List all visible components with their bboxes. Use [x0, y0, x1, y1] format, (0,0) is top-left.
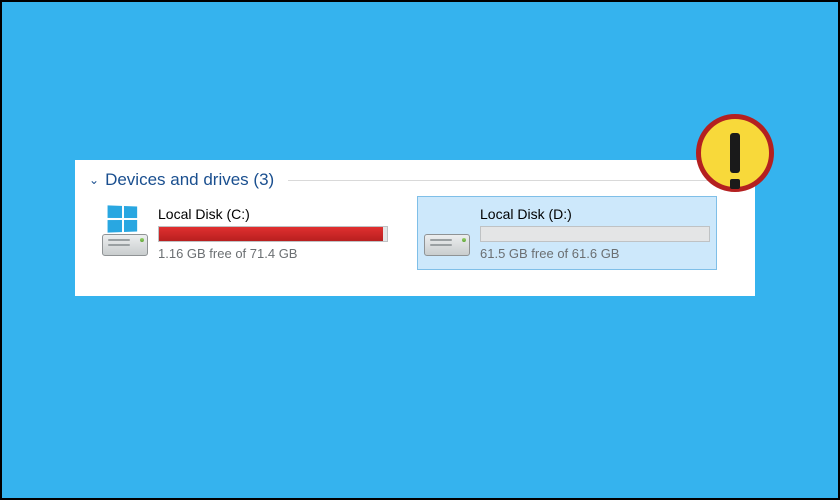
drive-icon-system	[102, 210, 148, 256]
drive-d[interactable]: Local Disk (D:) 61.5 GB free of 61.6 GB	[417, 196, 717, 270]
exclamation-icon	[730, 133, 740, 173]
windows-logo-icon	[108, 205, 138, 232]
disk-icon	[102, 234, 148, 256]
drive-c[interactable]: Local Disk (C:) 1.16 GB free of 71.4 GB	[95, 196, 395, 270]
devices-panel: ⌄ Devices and drives (3) Local Disk (C:)…	[75, 160, 755, 296]
capacity-bar	[480, 226, 710, 242]
drive-free-text: 61.5 GB free of 61.6 GB	[480, 246, 710, 261]
section-header[interactable]: ⌄ Devices and drives (3)	[89, 168, 741, 196]
drive-icon	[424, 210, 470, 256]
warning-icon	[696, 114, 774, 192]
drive-label: Local Disk (C:)	[158, 206, 388, 222]
section-divider	[288, 180, 741, 181]
drive-info: Local Disk (D:) 61.5 GB free of 61.6 GB	[480, 206, 710, 261]
chevron-down-icon: ⌄	[89, 173, 99, 187]
capacity-bar	[158, 226, 388, 242]
drive-label: Local Disk (D:)	[480, 206, 710, 222]
section-title: Devices and drives (3)	[105, 170, 274, 190]
drive-info: Local Disk (C:) 1.16 GB free of 71.4 GB	[158, 206, 388, 261]
drives-row: Local Disk (C:) 1.16 GB free of 71.4 GB …	[89, 196, 741, 270]
drive-free-text: 1.16 GB free of 71.4 GB	[158, 246, 388, 261]
capacity-bar-fill	[159, 227, 383, 241]
disk-icon	[424, 234, 470, 256]
